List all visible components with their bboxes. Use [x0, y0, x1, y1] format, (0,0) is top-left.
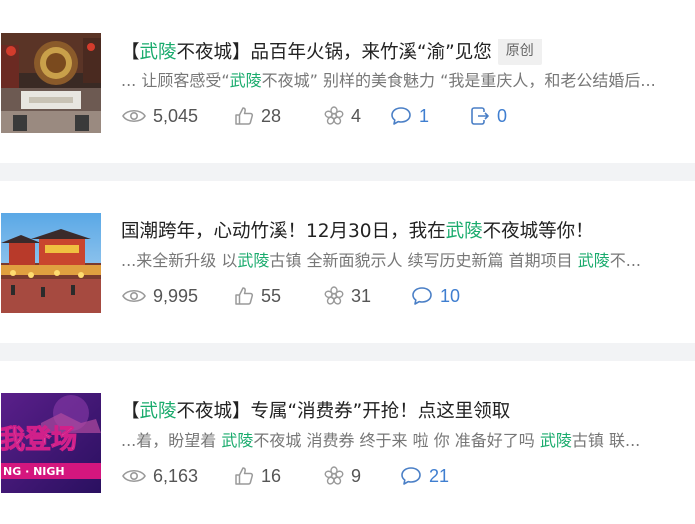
ancient-town-night-thumbnail-icon: [1, 213, 101, 313]
eye-icon: [122, 289, 146, 303]
keyword-highlight: 武陵: [445, 221, 483, 242]
article-card[interactable]: 我登场 NG · NIGH 【武陵不夜城】专属“消费券”开抢！点这里领取 ...…: [0, 361, 695, 524]
article-stats: 5,045 28 4 1 0: [122, 104, 507, 128]
comments-button[interactable]: 1: [390, 104, 470, 128]
article-card[interactable]: 国潮跨年，心动竹溪！12月30日，我在武陵不夜城等你！ ...来全新升级 以武陵…: [0, 181, 695, 343]
forward-button[interactable]: 0: [470, 104, 507, 128]
like-button[interactable]: 28: [234, 104, 324, 128]
keyword-highlight: 武陵: [229, 71, 262, 90]
recommend-button[interactable]: 31: [324, 284, 411, 308]
views-stat: 5,045: [122, 104, 234, 128]
flower-icon: [324, 106, 344, 125]
comments-button[interactable]: 10: [411, 284, 460, 308]
comments-button[interactable]: 21: [400, 464, 449, 488]
poster-text: 我登场: [1, 424, 77, 455]
views-stat: 9,995: [122, 284, 234, 308]
article-card[interactable]: 【武陵不夜城】品百年火锅，来竹溪“渝”见您 原创 ... 让顾客感受“武陵不夜城”…: [0, 0, 695, 163]
article-snippet: ...来全新升级 以武陵古镇 全新面貌示人 续写历史新篇 首期项目 武陵不...: [121, 251, 642, 270]
eye-icon: [122, 109, 146, 123]
keyword-highlight: 武陵: [577, 251, 610, 270]
article-title[interactable]: 【武陵不夜城】专属“消费券”开抢！点这里领取: [121, 399, 685, 425]
article-stats: 9,995 55 31 10: [122, 284, 460, 308]
original-badge: 原创: [497, 39, 542, 65]
thumbs-up-icon: [235, 107, 254, 125]
like-button[interactable]: 55: [234, 284, 324, 308]
keyword-highlight: 武陵: [139, 401, 177, 422]
article-stats: 6,163 16 9 21: [122, 464, 449, 488]
article-snippet: ...着，盼望着 武陵不夜城 消费券 终于来 啦 你 准备好了吗 武陵古镇 联.…: [121, 431, 641, 450]
keyword-highlight: 武陵: [221, 431, 254, 450]
comment-bubble-icon: [391, 107, 411, 125]
thumbs-up-icon: [235, 467, 254, 485]
thumbs-up-icon: [235, 287, 254, 305]
eye-icon: [122, 469, 146, 483]
article-title[interactable]: 【武陵不夜城】品百年火锅，来竹溪“渝”见您 原创: [121, 39, 685, 67]
poster-subtext: NG · NIGH: [3, 465, 65, 478]
purple-poster-thumbnail-icon: 我登场 NG · NIGH: [1, 393, 101, 493]
keyword-highlight: 武陵: [539, 431, 572, 450]
hotpot-restaurant-thumbnail-icon: [1, 33, 101, 133]
article-snippet: ... 让顾客感受“武陵不夜城” 别样的美食魅力 “我是重庆人，和老公结婚后..…: [121, 71, 656, 90]
flower-icon: [324, 466, 344, 485]
recommend-button[interactable]: 9: [324, 464, 400, 488]
views-stat: 6,163: [122, 464, 234, 488]
like-button[interactable]: 16: [234, 464, 324, 488]
comment-bubble-icon: [412, 287, 432, 305]
article-list: 【武陵不夜城】品百年火锅，来竹溪“渝”见您 原创 ... 让顾客感受“武陵不夜城”…: [0, 0, 695, 524]
keyword-highlight: 武陵: [139, 42, 177, 63]
article-thumbnail[interactable]: [1, 213, 101, 313]
article-thumbnail[interactable]: 我登场 NG · NIGH: [1, 393, 101, 493]
forward-icon: [471, 107, 489, 125]
flower-icon: [324, 286, 344, 305]
comment-bubble-icon: [401, 467, 421, 485]
recommend-button[interactable]: 4: [324, 104, 390, 128]
keyword-highlight: 武陵: [237, 251, 270, 270]
article-title[interactable]: 国潮跨年，心动竹溪！12月30日，我在武陵不夜城等你！: [121, 219, 685, 245]
article-thumbnail[interactable]: [1, 33, 101, 133]
